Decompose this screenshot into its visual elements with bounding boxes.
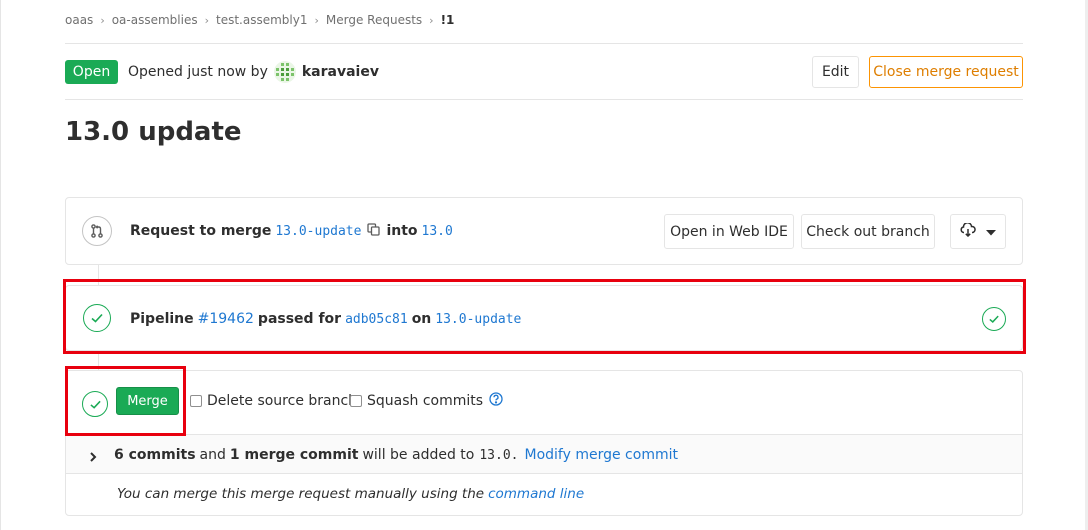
target-branch-link[interactable]: 13.0 (422, 224, 453, 239)
check-out-branch-button[interactable]: Check out branch (801, 214, 935, 249)
breadcrumb: oaas › oa-assemblies › test.assembly1 › … (65, 11, 454, 29)
widget-connector (98, 265, 99, 285)
chevron-right-icon: › (314, 13, 319, 27)
pipeline-box: Pipeline #19462 passed for adb05c81 on 1… (65, 285, 1023, 351)
pipeline-text: Pipeline #19462 passed for adb05c81 on 1… (130, 308, 525, 330)
open-in-web-ide-button[interactable]: Open in Web IDE (664, 214, 794, 249)
header-divider (65, 99, 1023, 100)
page-left-border (0, 0, 1, 530)
squash-commits-label[interactable]: Squash commits (367, 393, 483, 409)
pipeline-branch-link[interactable]: 13.0-update (435, 312, 521, 327)
commits-summary-text: 6 commits and 1 merge commit will be add… (114, 444, 678, 466)
chevron-right-icon: › (100, 13, 105, 27)
pipeline-status-icon[interactable] (83, 304, 111, 332)
chevron-right-icon: › (204, 13, 209, 27)
copy-icon[interactable] (367, 222, 381, 240)
breadcrumb-divider (65, 43, 1023, 44)
source-branch-link[interactable]: 13.0-update (275, 224, 361, 239)
squash-commits-option[interactable]: Squash commits (350, 390, 503, 412)
merge-button[interactable]: Merge (116, 387, 179, 415)
breadcrumb-item-merge-requests[interactable]: Merge Requests (326, 13, 422, 27)
close-merge-request-button[interactable]: Close merge request (869, 56, 1023, 88)
author-link[interactable]: karavaiev (302, 64, 379, 80)
pipeline-stage-passed-icon[interactable] (982, 307, 1006, 331)
modify-merge-commit-link[interactable]: Modify merge commit (525, 447, 678, 463)
page-title: 13.0 update (65, 117, 242, 147)
commits-count: 6 commits (114, 447, 196, 463)
chevron-right-icon: › (429, 13, 434, 27)
and-label: and (199, 447, 226, 463)
manual-merge-info: You can merge this merge request manuall… (117, 483, 584, 505)
passed-for-label: passed for (257, 311, 342, 327)
pipeline-number-link[interactable]: #19462 (198, 311, 254, 327)
command-line-link[interactable]: command line (488, 486, 584, 502)
delete-source-branch-option[interactable]: Delete source branch (190, 390, 357, 412)
will-be-added-label: will be added to (362, 447, 475, 463)
on-label: on (411, 311, 432, 327)
merge-commit-count: 1 merge commit (229, 447, 359, 463)
merge-ready-icon (82, 391, 108, 417)
commit-sha-link[interactable]: adb05c81 (345, 312, 408, 327)
opened-by-info: Opened just now by karavaiev (128, 61, 379, 83)
commits-summary-row[interactable]: 6 commits and 1 merge commit will be add… (66, 434, 1022, 474)
into-label: into (386, 223, 418, 239)
edit-button[interactable]: Edit (812, 56, 859, 88)
chevron-right-icon[interactable] (89, 448, 97, 467)
widget-connector (98, 351, 99, 370)
status-badge: Open (65, 60, 118, 84)
breadcrumb-item-subgroup[interactable]: oa-assemblies (112, 13, 198, 27)
delete-source-branch-label[interactable]: Delete source branch (207, 393, 357, 409)
merge-request-icon (82, 216, 112, 246)
branch-text: Request to merge 13.0-update into 13.0 (130, 220, 457, 242)
avatar[interactable] (273, 61, 296, 83)
caret-down-icon (985, 224, 996, 240)
pipeline-label: Pipeline (130, 311, 194, 327)
request-to-merge-label: Request to merge (130, 223, 272, 239)
opened-text: Opened just now by (128, 64, 268, 80)
breadcrumb-item-group[interactable]: oaas (65, 13, 93, 27)
target-branch-name: 13.0. (479, 447, 519, 463)
download-dropdown-button[interactable] (950, 214, 1006, 249)
cloud-download-icon (960, 221, 977, 241)
squash-commits-checkbox[interactable] (350, 395, 362, 407)
delete-source-branch-checkbox[interactable] (190, 395, 202, 407)
breadcrumb-item-project[interactable]: test.assembly1 (216, 13, 307, 27)
manual-merge-text: You can merge this merge request manuall… (117, 486, 485, 502)
breadcrumb-item-current[interactable]: !1 (441, 13, 455, 27)
question-circle-icon[interactable] (489, 392, 503, 410)
